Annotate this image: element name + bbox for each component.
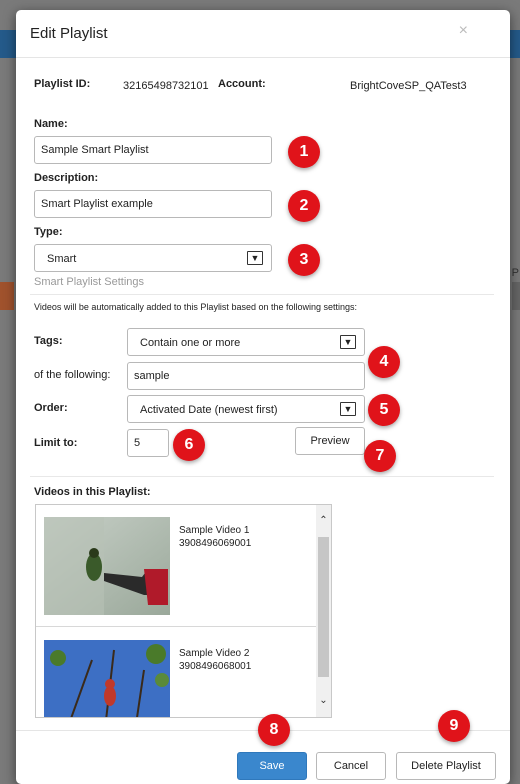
video-thumbnail [44, 517, 170, 615]
following-label: of the following: [34, 369, 111, 381]
type-select[interactable]: Smart ▼ [34, 244, 272, 272]
background-strip [0, 282, 14, 310]
videos-heading: Videos in this Playlist: [34, 486, 151, 498]
callout-badge-8: 8 [258, 714, 290, 746]
tags-select[interactable]: Contain one or more ▼ [127, 328, 365, 356]
tags-select-value: Contain one or more [140, 337, 241, 349]
chevron-down-icon: ▼ [340, 335, 356, 349]
order-select-value: Activated Date (newest first) [140, 404, 278, 416]
callout-badge-6: 6 [173, 429, 205, 461]
list-item[interactable]: Sample Video 1 3908496069001 [36, 505, 318, 627]
delete-playlist-button[interactable]: Delete Playlist [396, 752, 496, 780]
callout-badge-4: 4 [368, 346, 400, 378]
edit-playlist-modal: Edit Playlist × Playlist ID: 32165498732… [16, 10, 510, 784]
callout-badge-9: 9 [438, 710, 470, 742]
video-thumbnail [44, 640, 170, 717]
background-letter: P [511, 267, 519, 279]
modal-title: Edit Playlist [30, 25, 108, 42]
chevron-down-icon: ▼ [340, 402, 356, 416]
smart-settings-heading: Smart Playlist Settings [34, 276, 145, 288]
order-label: Order: [34, 402, 68, 414]
chevron-up-icon[interactable]: ⌃ [318, 515, 329, 529]
callout-badge-2: 2 [288, 190, 320, 222]
video-id: 3908496068001 [179, 661, 252, 672]
smart-settings-note: Videos will be automatically added to th… [34, 302, 358, 312]
chevron-down-icon[interactable]: ⌄ [318, 695, 329, 709]
video-id: 3908496069001 [179, 538, 252, 549]
order-select[interactable]: Activated Date (newest first) ▼ [127, 395, 365, 423]
type-label: Type: [34, 226, 63, 238]
divider [30, 476, 494, 477]
cancel-button[interactable]: Cancel [316, 752, 386, 780]
description-label: Description: [34, 172, 99, 184]
playlist-id-value: 32165498732101 [123, 80, 209, 92]
list-item[interactable]: Sample Video 2 3908496068001 [36, 628, 318, 717]
video-list-scrollbar[interactable]: ⌃ ⌄ [316, 505, 331, 717]
callout-badge-7: 7 [364, 440, 396, 472]
background-strip-right [512, 282, 520, 310]
limit-input[interactable] [127, 429, 169, 457]
scroll-thumb[interactable] [318, 537, 329, 677]
tags-label: Tags: [34, 335, 63, 347]
divider [30, 294, 494, 295]
name-input[interactable] [34, 136, 272, 164]
save-button[interactable]: Save [237, 752, 307, 780]
callout-badge-3: 3 [288, 244, 320, 276]
limit-label: Limit to: [34, 437, 78, 449]
modal-header: Edit Playlist × [16, 10, 510, 58]
close-icon[interactable]: × [459, 22, 468, 40]
chevron-down-icon: ▼ [247, 251, 263, 265]
preview-button[interactable]: Preview [295, 427, 365, 455]
description-input[interactable] [34, 190, 272, 218]
type-select-value: Smart [47, 253, 77, 265]
name-label: Name: [34, 118, 68, 130]
account-label: Account: [218, 78, 266, 90]
callout-badge-5: 5 [368, 394, 400, 426]
playlist-id-label: Playlist ID: [34, 78, 91, 90]
video-title: Sample Video 2 [179, 648, 250, 659]
account-value: BrightCoveSP_QATest3 [350, 80, 467, 92]
callout-badge-1: 1 [288, 136, 320, 168]
video-list[interactable]: Sample Video 1 3908496069001 Sample Vide… [35, 504, 332, 718]
video-title: Sample Video 1 [179, 525, 250, 536]
following-input[interactable] [127, 362, 365, 390]
